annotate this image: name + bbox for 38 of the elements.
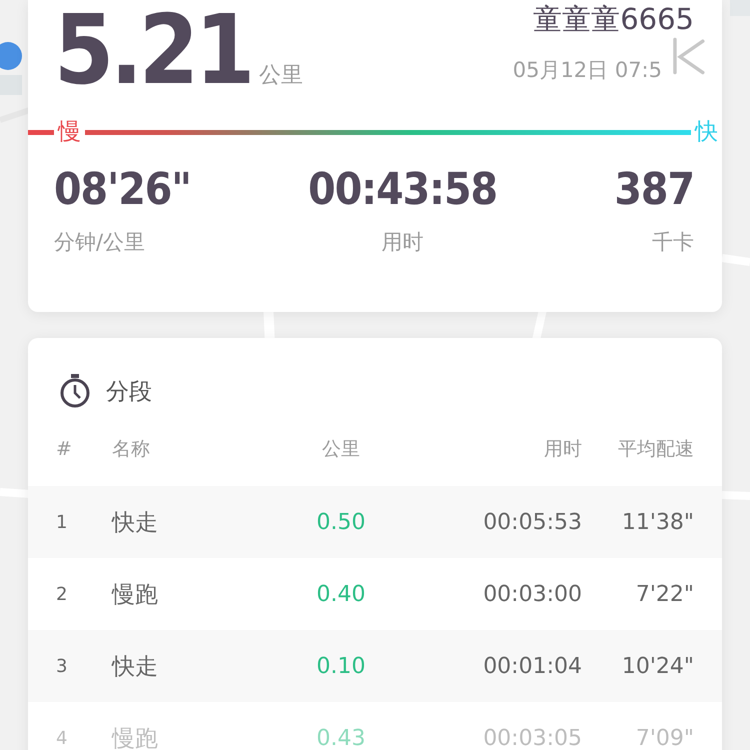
table-cell-text: 0.43 [316,726,366,750]
stat-value: 387 [614,166,694,214]
table-cell-text: 00:01:04 [482,654,582,678]
column-header: 用时 [543,437,582,462]
user-name: 童童童6665 [533,1,694,38]
fast-label: 快 [691,118,722,146]
table-cell-text: 7'22" [634,582,694,606]
stat-value: 08'26" [54,166,191,214]
column-header: 公里 [321,437,361,462]
table-cell-text: 3 [56,656,68,676]
table-cell-text: 00:05:53 [482,510,582,534]
table-cell-text: 00:03:05 [482,726,582,750]
table-cell-text: 11'38" [620,510,694,534]
distance-value: 5.21 [54,2,252,98]
stat-label: 分钟/公里 [54,229,146,256]
table-cell-text: 0.40 [316,582,366,606]
table-cell-text: 7'09" [634,726,694,750]
section-title: 分段 [106,378,152,406]
table-cell-text: 2 [56,584,68,604]
run-date: 05月12日 07:5 [512,57,662,84]
table-cell-text: 慢跑 [112,580,159,610]
table-cell-text: 快走 [112,508,159,538]
table-cell-text: 快走 [112,652,159,682]
column-header: # [56,438,73,460]
stat-label: 千卡 [652,229,694,256]
table-cell-text: 4 [56,728,68,748]
table-cell-text: 0.10 [316,654,366,678]
column-header: 名称 [112,437,151,462]
table-cell-text: 1 [56,512,68,532]
stopwatch-icon [58,373,92,409]
table-cell-text: 0.50 [316,510,366,534]
column-header: 平均配速 [617,437,694,462]
table-cell-text: 慢跑 [112,724,159,750]
table-cell-text: 10'24" [620,654,694,678]
table-cell-text: 00:03:00 [482,582,582,606]
stat-label: 用时 [382,229,424,256]
distance-unit: 公里 [259,62,304,90]
stat-value: 00:43:58 [308,166,498,214]
